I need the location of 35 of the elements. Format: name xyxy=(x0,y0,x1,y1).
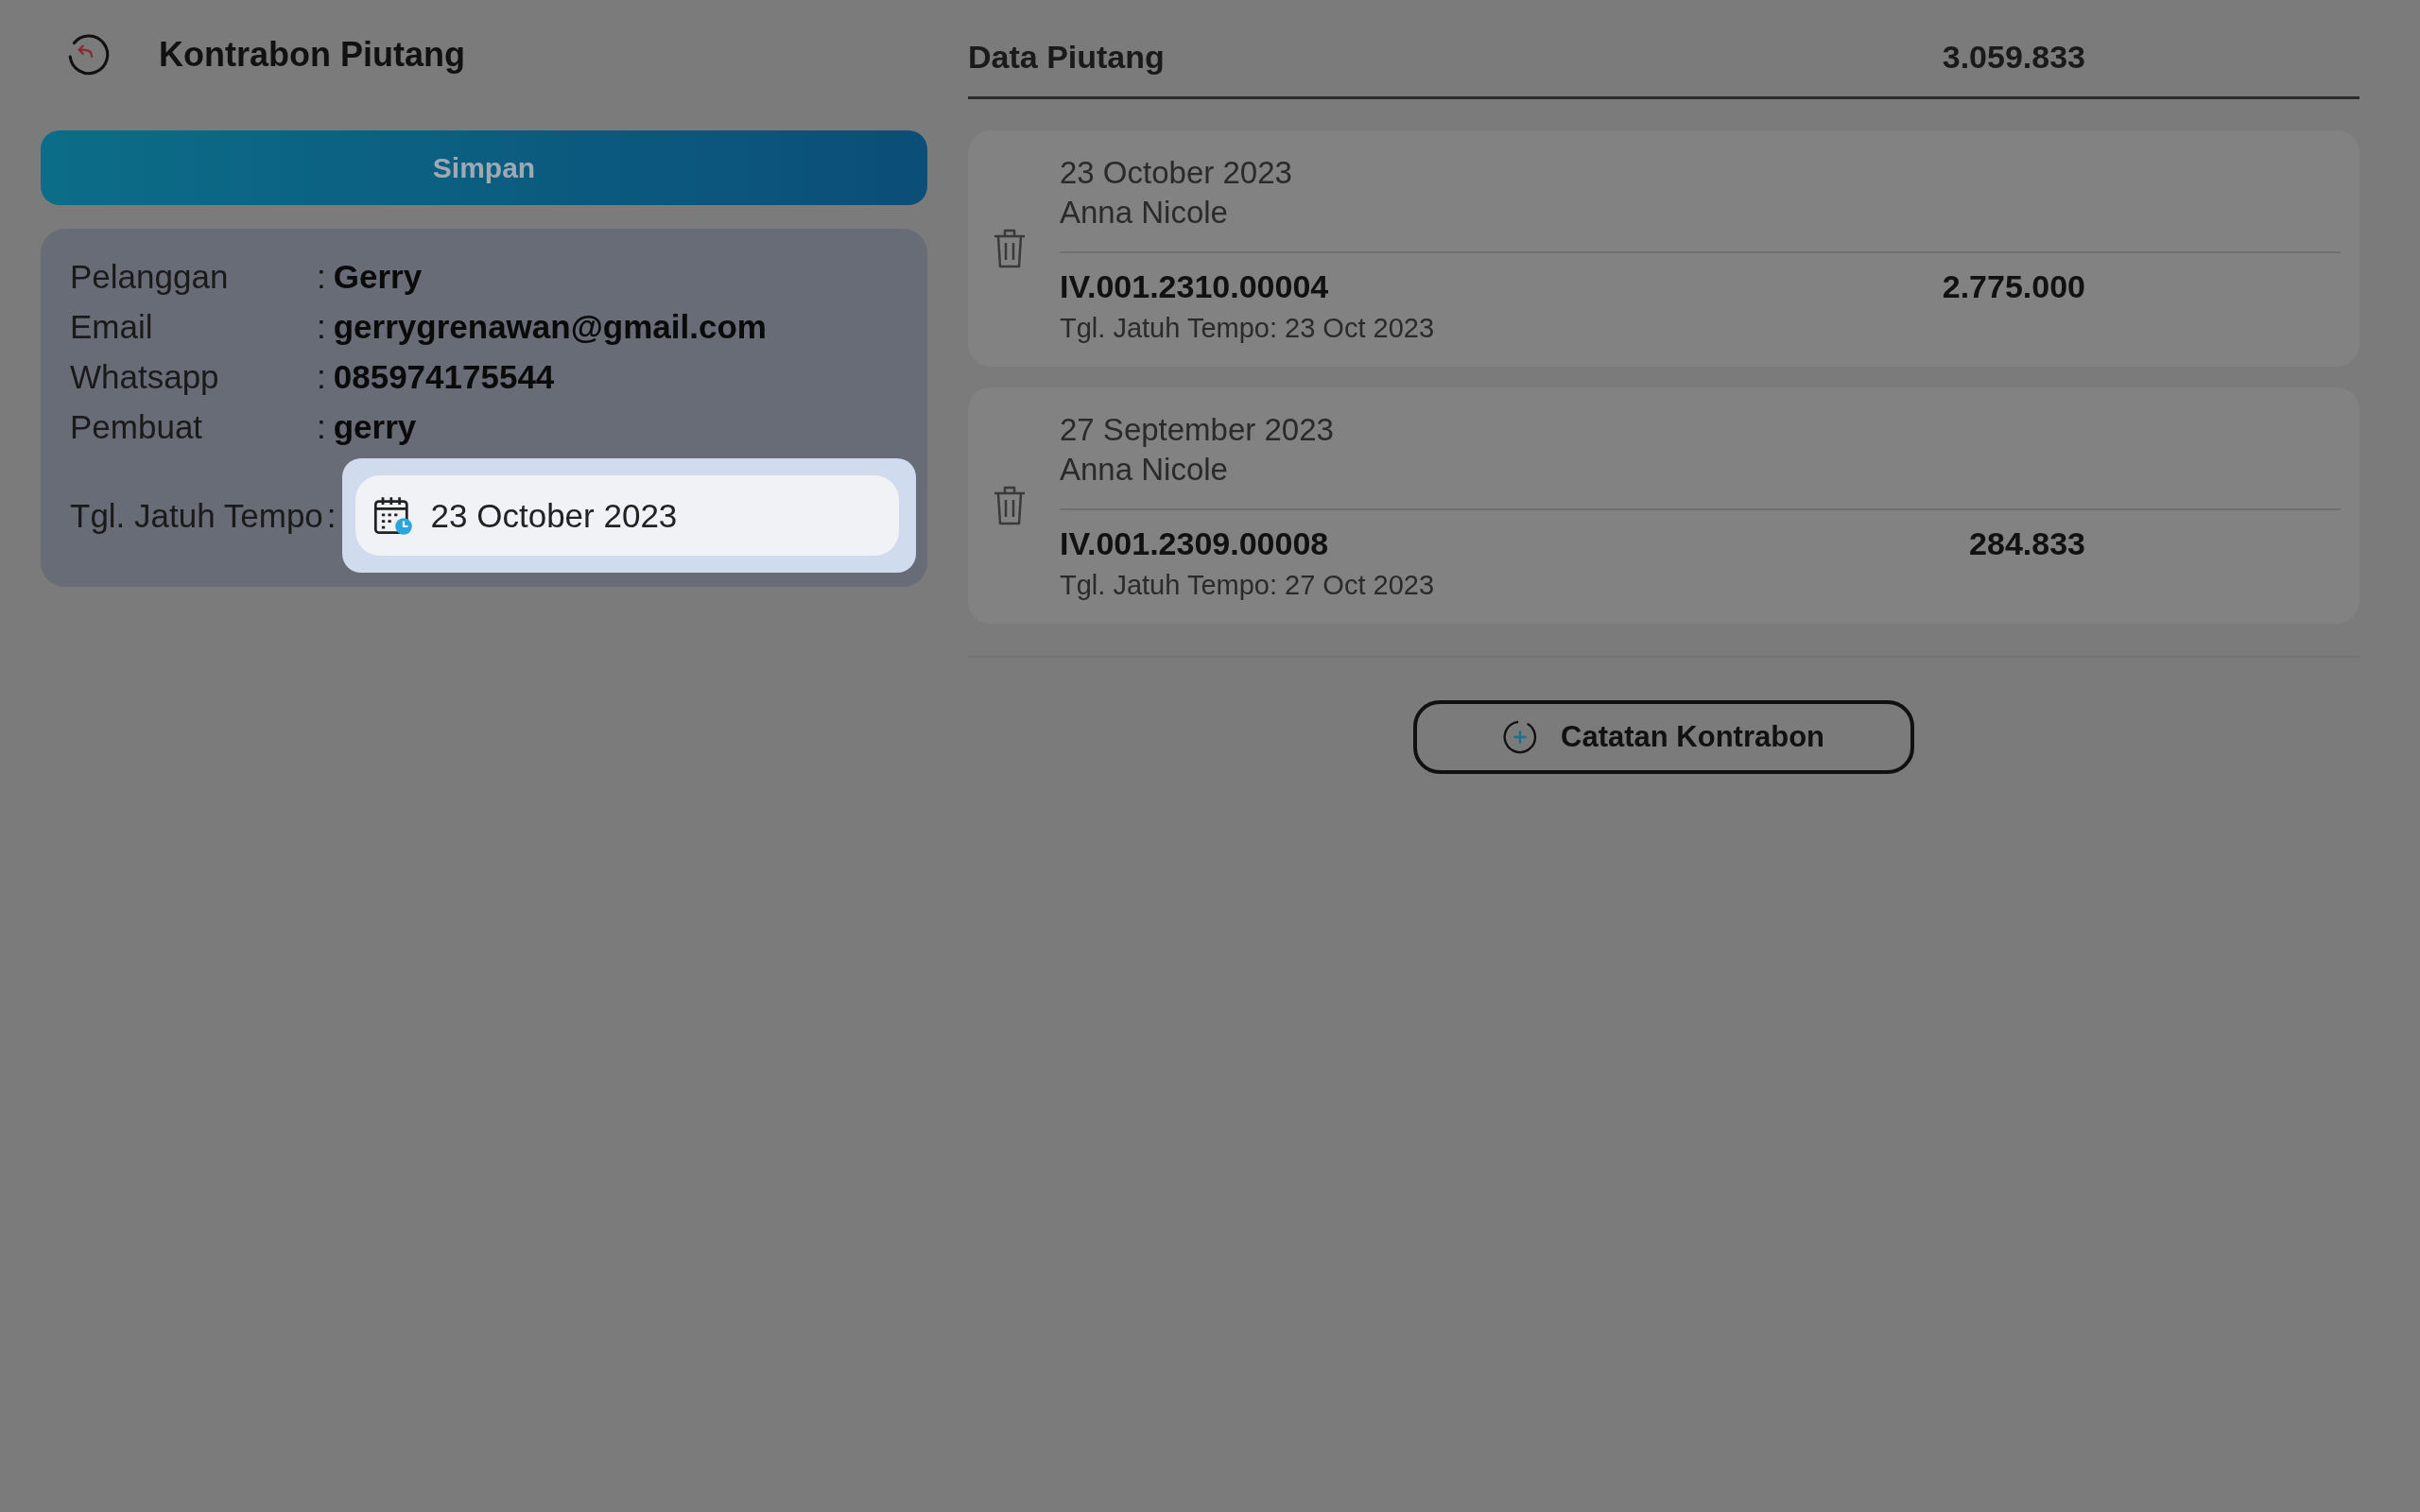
plus-circle-icon xyxy=(1502,719,1538,755)
date-field[interactable]: 23 October 2023 xyxy=(354,475,899,556)
receivable-date: 23 October 2023 xyxy=(1060,154,1293,192)
total-amount: 3.059.833 xyxy=(1942,38,2085,76)
field-value: gerrygrenawan@gmail.com xyxy=(333,307,767,346)
trash-icon[interactable] xyxy=(993,228,1027,269)
field-value: gerry xyxy=(333,407,417,446)
colon: : xyxy=(326,496,337,535)
invoice-due-date: Tgl. Jatuh Tempo: 27 Oct 2023 xyxy=(1060,570,1436,601)
colon: : xyxy=(317,307,326,346)
date-value: 23 October 2023 xyxy=(430,496,678,535)
field-value: 085974175544 xyxy=(333,357,555,396)
field-label: Whatsapp xyxy=(70,357,220,396)
receivable-name: Anna Nicole xyxy=(1060,194,1229,232)
field-label: Tgl. Jatuh Tempo xyxy=(70,496,323,535)
field-label: Email xyxy=(70,307,154,346)
colon: : xyxy=(317,357,326,396)
field-label: Pembuat xyxy=(70,407,204,446)
save-button[interactable]: Simpan xyxy=(41,130,927,205)
page-title: Kontrabon Piutang xyxy=(159,34,465,75)
field-value: Gerry xyxy=(333,257,423,296)
colon: : xyxy=(317,407,326,446)
colon: : xyxy=(317,257,326,296)
trash-icon[interactable] xyxy=(993,485,1027,526)
add-note-button[interactable]: Catatan Kontrabon xyxy=(1412,700,1914,774)
invoice-due-date: Tgl. Jatuh Tempo: 23 Oct 2023 xyxy=(1060,313,1436,344)
invoice-amount: 284.833 xyxy=(1969,525,2085,562)
receivable-name: Anna Nicole xyxy=(1060,451,1229,489)
receivable-date: 27 September 2023 xyxy=(1060,411,1335,449)
field-label: Pelanggan xyxy=(70,257,230,296)
calendar-icon xyxy=(372,494,414,537)
section-title: Data Piutang xyxy=(968,38,1165,76)
invoice-number: IV.001.2309.00008 xyxy=(1060,525,1329,562)
invoice-amount: 2.775.000 xyxy=(1942,268,2085,305)
invoice-number: IV.001.2310.00004 xyxy=(1060,268,1329,305)
